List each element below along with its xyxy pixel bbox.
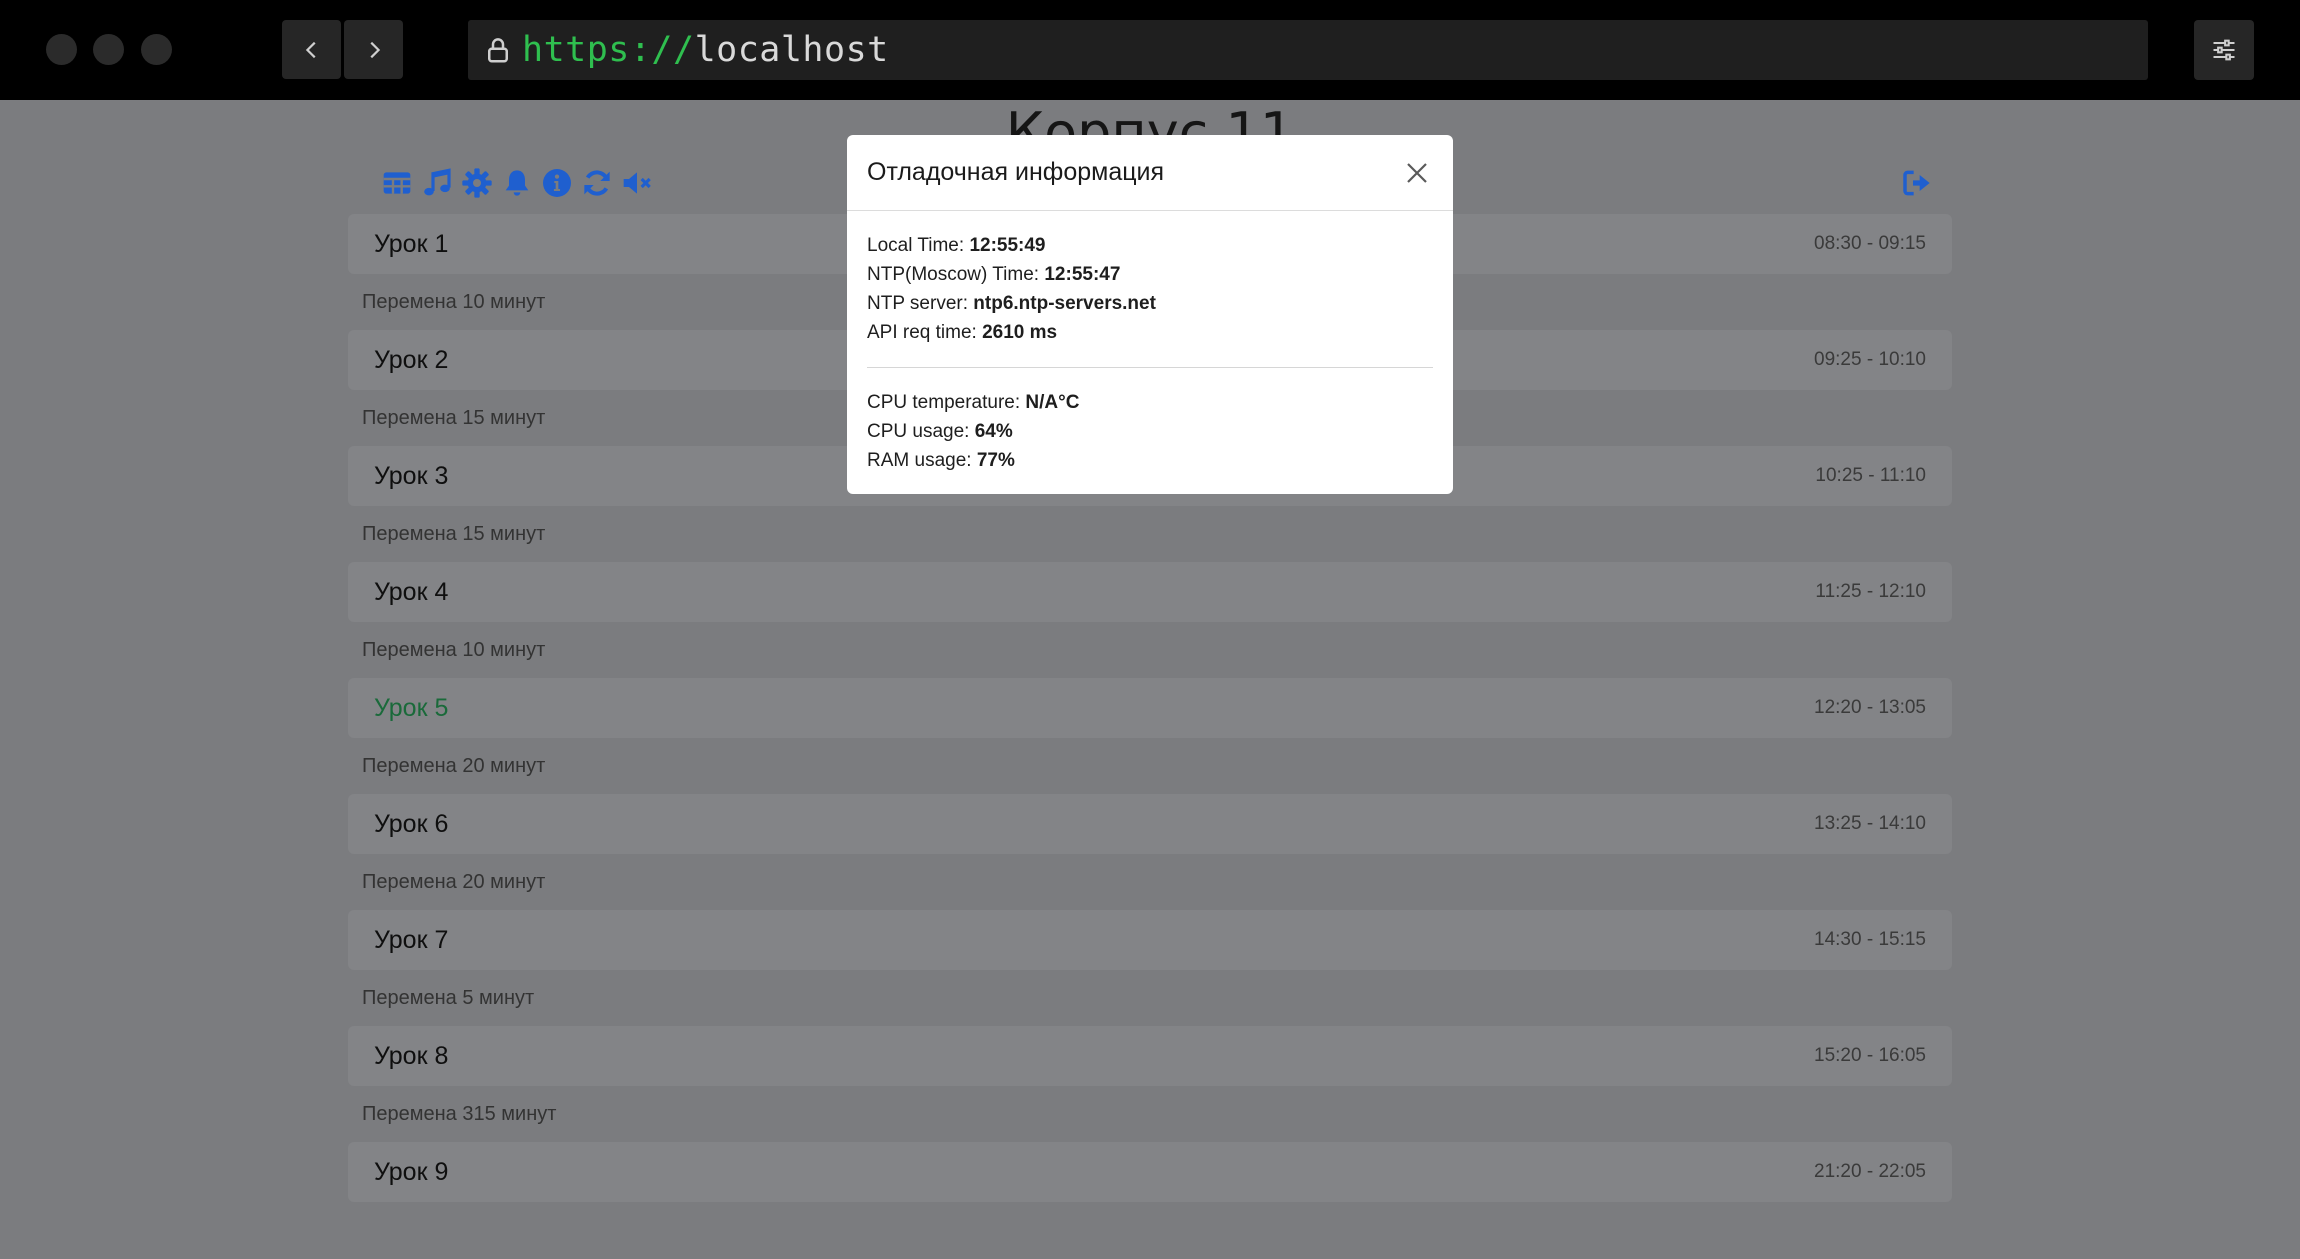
forward-button[interactable] [344, 20, 403, 79]
lesson-name: Урок 7 [374, 925, 449, 954]
url-text: https://localhost [522, 30, 889, 70]
break-label: Перемена 5 минут [362, 986, 535, 1009]
system-info-row: CPU usage: 64% [867, 417, 1433, 446]
system-info-row: RAM usage: 77% [867, 446, 1433, 475]
lesson-time: 10:25 - 11:10 [1815, 465, 1926, 486]
mute-icon[interactable] [620, 166, 654, 200]
lesson-row[interactable]: Урок 7 14:30 - 15:15 [348, 910, 1952, 970]
time-info-row: Local Time: 12:55:49 [867, 231, 1433, 260]
lesson-name: Урок 6 [374, 809, 449, 838]
time-info-row-value: 12:55:47 [1044, 264, 1121, 285]
lesson-time: 13:25 - 14:10 [1814, 813, 1926, 834]
lesson-name: Урок 4 [374, 577, 449, 606]
lesson-row[interactable]: Урок 8 15:20 - 16:05 [348, 1026, 1952, 1086]
browser-settings-button[interactable] [2194, 20, 2254, 80]
window-close-dot[interactable] [46, 34, 77, 65]
modal-body: Local Time: 12:55:49 NTP(Moscow) Time: 12… [847, 211, 1453, 475]
bell-icon[interactable] [500, 166, 534, 200]
sliders-icon [2213, 39, 2235, 61]
lesson-time: 09:25 - 10:10 [1814, 349, 1926, 370]
time-info-group: Local Time: 12:55:49 NTP(Moscow) Time: 12… [867, 231, 1433, 347]
time-info-row-value: 12:55:49 [969, 235, 1046, 256]
logout-button[interactable] [1898, 162, 1936, 204]
window-zoom-dot[interactable] [141, 34, 172, 65]
modal-divider [867, 367, 1433, 368]
break-label: Перемена 20 минут [362, 754, 546, 777]
time-info-row-label: API req time: [867, 322, 983, 343]
time-info-row-label: Local Time: [867, 235, 970, 256]
gear-icon[interactable] [460, 166, 494, 200]
table-icon[interactable] [380, 166, 414, 200]
lesson-time: 12:20 - 13:05 [1814, 697, 1926, 718]
system-info-row-value: N/A°C [1025, 392, 1080, 413]
lesson-name: Урок 5 [374, 693, 449, 722]
time-info-row-value: ntp6.ntp-servers.net [973, 293, 1156, 314]
system-info-row-label: CPU usage: [867, 421, 975, 442]
lock-icon [478, 30, 518, 70]
modal-header: Отладочная информация [847, 135, 1453, 211]
lesson-time: 15:20 - 16:05 [1814, 1045, 1926, 1066]
break-label: Перемена 15 минут [362, 522, 546, 545]
lesson-name: Урок 1 [374, 229, 449, 258]
time-info-row: NTP server: ntp6.ntp-servers.net [867, 289, 1433, 318]
lesson-name: Урок 9 [374, 1157, 449, 1186]
chevron-left-icon [305, 41, 316, 58]
time-info-row: NTP(Moscow) Time: 12:55:47 [867, 260, 1433, 289]
system-info-row: CPU temperature: N/A°C [867, 388, 1433, 417]
lesson-row[interactable]: Урок 9 21:20 - 22:05 [348, 1142, 1952, 1202]
info-icon[interactable] [540, 166, 574, 200]
debug-info-modal: Отладочная информация Local Time: 12:55:… [847, 135, 1453, 494]
time-info-row-label: NTP server: [867, 293, 974, 314]
system-info-row-label: CPU temperature: [867, 392, 1026, 413]
break-label: Перемена 20 минут [362, 870, 546, 893]
system-info-row-value: 77% [976, 450, 1015, 471]
lesson-time: 14:30 - 15:15 [1814, 929, 1926, 950]
toolbar [380, 162, 654, 204]
lesson-name: Урок 2 [374, 345, 449, 374]
modal-title: Отладочная информация [867, 158, 1165, 186]
refresh-icon[interactable] [580, 166, 614, 200]
window-minimize-dot[interactable] [93, 34, 124, 65]
browser-chrome: https://localhost [0, 0, 2300, 100]
close-button[interactable] [1399, 155, 1435, 191]
time-info-row: API req time: 2610 ms [867, 318, 1433, 347]
lesson-name: Урок 3 [374, 461, 449, 490]
address-bar[interactable]: https://localhost [468, 20, 2148, 80]
url-host: localhost [694, 30, 889, 70]
break-label: Перемена 315 минут [362, 1102, 557, 1125]
system-info-group: CPU temperature: N/A°C CPU usage: 64% RAM … [867, 388, 1433, 475]
lesson-row[interactable]: Урок 6 13:25 - 14:10 [348, 794, 1952, 854]
system-info-row-label: RAM usage: [867, 450, 977, 471]
break-label: Перемена 10 минут [362, 638, 546, 661]
lesson-time: 21:20 - 22:05 [1814, 1161, 1926, 1182]
lesson-row[interactable]: Урок 5 12:20 - 13:05 [348, 678, 1952, 738]
time-info-row-value: 2610 ms [982, 322, 1058, 343]
back-button[interactable] [282, 20, 341, 79]
lesson-time: 11:25 - 12:10 [1815, 581, 1926, 602]
url-scheme: https:// [522, 30, 695, 70]
close-icon [1407, 162, 1427, 183]
chevron-right-icon [369, 41, 380, 58]
lesson-time: 08:30 - 09:15 [1814, 233, 1926, 254]
lesson-name: Урок 8 [374, 1041, 449, 1070]
sign-out-icon [1903, 170, 1930, 196]
music-icon[interactable] [420, 166, 454, 200]
lesson-row[interactable]: Урок 4 11:25 - 12:10 [348, 562, 1952, 622]
system-info-row-value: 64% [974, 421, 1013, 442]
time-info-row-label: NTP(Moscow) Time: [867, 264, 1045, 285]
